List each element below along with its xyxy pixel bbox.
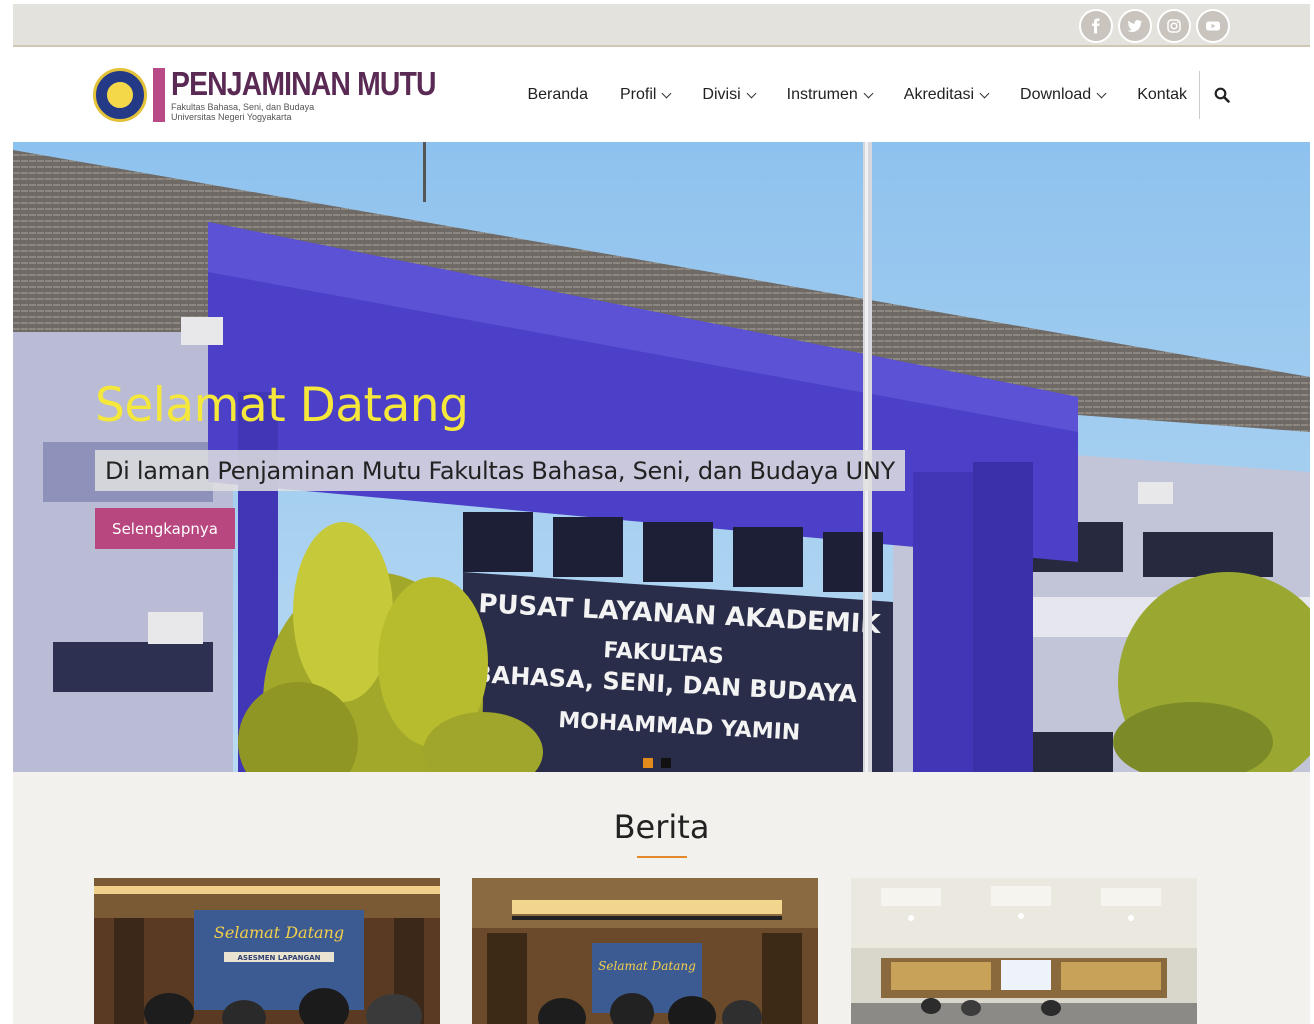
nav-profil-label: Profil xyxy=(619,86,657,103)
logo-accent-bar xyxy=(153,67,165,122)
nav-akreditasi-label: Akreditasi xyxy=(903,86,975,103)
slider-dot-1[interactable] xyxy=(643,758,653,768)
logo-subtitle-university: Universitas Negeri Yogyakarta xyxy=(171,112,292,123)
news-card-3[interactable] xyxy=(851,878,1197,1024)
nav-instrumen-label: Instrumen xyxy=(786,86,858,103)
search-button[interactable] xyxy=(1200,87,1230,103)
slider-dot-2[interactable] xyxy=(661,758,671,768)
logo-subtitle-faculty: Fakultas Bahasa, Seni, dan Budaya xyxy=(171,102,315,112)
twitter-icon[interactable] xyxy=(1118,9,1152,43)
instagram-icon[interactable] xyxy=(1157,9,1191,43)
site-header: PENJAMINAN MUTU Fakultas Bahasa, Seni, d… xyxy=(13,49,1310,142)
chevron-down-icon xyxy=(979,88,990,98)
site-logo[interactable]: PENJAMINAN MUTU Fakultas Bahasa, Seni, d… xyxy=(93,67,479,123)
facebook-icon[interactable] xyxy=(1079,9,1113,43)
news-card-2-image: Selamat Datang xyxy=(472,878,818,1024)
hero-slider: PUSAT LAYANAN AKADEMIK FAKULTAS BAHASA, … xyxy=(13,142,1310,772)
news-section: Berita Selamat Datang ASESMEN LAPANGAN S… xyxy=(13,772,1310,1024)
top-bar xyxy=(13,4,1310,47)
nav-beranda-label: Beranda xyxy=(527,86,588,103)
social-links xyxy=(1079,9,1230,43)
nav-download-label: Download xyxy=(1020,86,1092,103)
nav-akreditasi[interactable]: Akreditasi xyxy=(888,86,1004,104)
nav-kontak[interactable]: Kontak xyxy=(1121,86,1201,104)
nav-instrumen[interactable]: Instrumen xyxy=(771,86,888,104)
nav-profil[interactable]: Profil xyxy=(604,86,686,104)
nav-kontak-label: Kontak xyxy=(1137,86,1187,103)
news-card-3-image xyxy=(851,878,1197,1024)
card-2-banner-text: Selamat Datang xyxy=(598,959,696,973)
hero-subtitle: Di laman Penjaminan Mutu Fakultas Bahasa… xyxy=(95,450,905,491)
chevron-down-icon xyxy=(1096,88,1107,98)
hero-title: Selamat Datang xyxy=(95,378,469,433)
chevron-down-icon xyxy=(661,88,672,98)
nav-download[interactable]: Download xyxy=(1004,86,1121,104)
logo-title: PENJAMINAN MUTU xyxy=(171,65,436,102)
chevron-down-icon xyxy=(863,88,874,98)
news-section-title: Berita xyxy=(613,808,710,846)
search-icon xyxy=(1214,87,1230,103)
news-card-1-image: Selamat Datang ASESMEN LAPANGAN xyxy=(94,878,440,1024)
slider-indicators xyxy=(643,758,671,768)
university-seal-icon xyxy=(93,67,147,122)
news-card-1[interactable]: Selamat Datang ASESMEN LAPANGAN xyxy=(94,878,440,1024)
nav-divisi-label: Divisi xyxy=(702,86,741,103)
news-card-2[interactable]: Selamat Datang xyxy=(472,878,818,1024)
chevron-down-icon xyxy=(746,88,757,98)
news-title-underline xyxy=(637,856,687,858)
logo-text: PENJAMINAN MUTU Fakultas Bahasa, Seni, d… xyxy=(171,67,479,123)
nav-beranda[interactable]: Beranda xyxy=(511,86,604,104)
nav-divisi[interactable]: Divisi xyxy=(686,86,770,104)
youtube-icon[interactable] xyxy=(1196,9,1230,43)
card-1-banner-subtext: ASESMEN LAPANGAN xyxy=(238,954,321,962)
main-nav: Beranda Profil Divisi Instrumen Akredita… xyxy=(511,71,1230,119)
card-1-banner-text: Selamat Datang xyxy=(214,923,344,942)
hero-read-more-button[interactable]: Selengkapnya xyxy=(95,508,235,549)
